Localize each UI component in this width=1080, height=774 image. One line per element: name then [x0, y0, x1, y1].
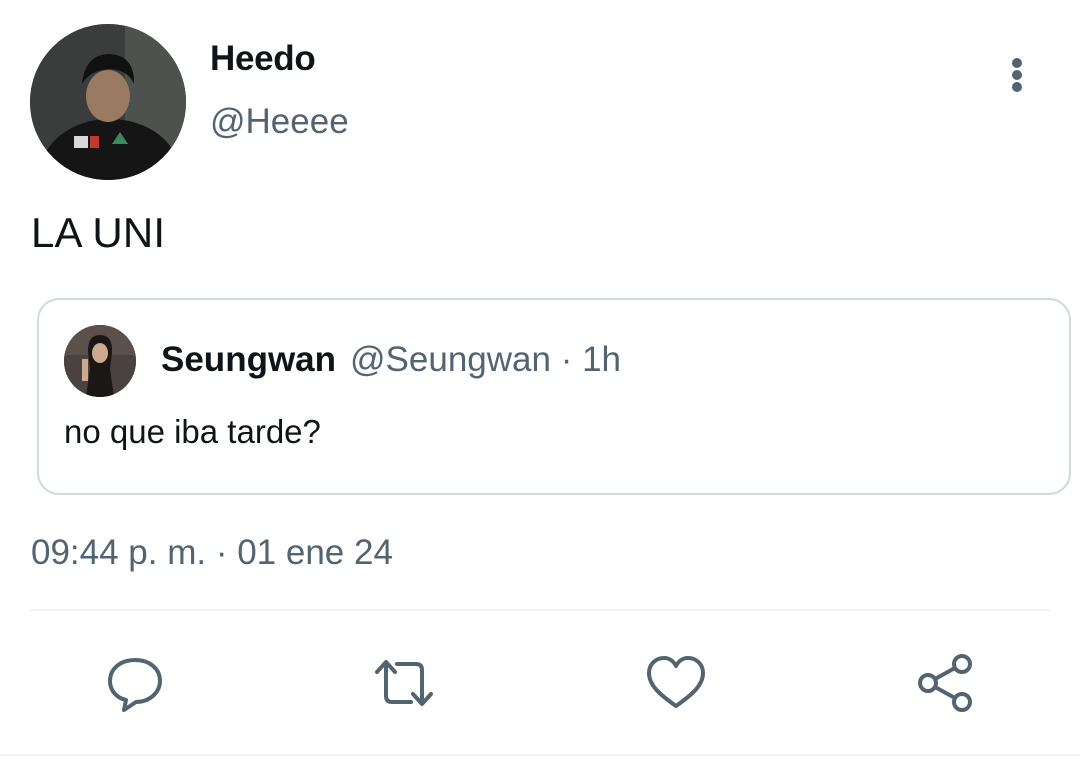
- retweet-button[interactable]: [373, 652, 435, 714]
- quoted-author-avatar[interactable]: [64, 325, 136, 397]
- reply-button[interactable]: [104, 652, 166, 714]
- reply-icon: [108, 658, 162, 712]
- quoted-text: no que iba tarde?: [64, 413, 321, 450]
- quoted-header: Seungwan @Seungwan · 1h: [161, 340, 621, 380]
- quoted-handle: @Seungwan: [350, 340, 551, 379]
- share-button[interactable]: [915, 652, 977, 714]
- author-display-name[interactable]: Heedo: [210, 39, 316, 79]
- divider: [30, 609, 1050, 611]
- tweet-card: Heedo @Heeee LA UNI Seungwan @Seungwan · …: [0, 0, 1080, 774]
- like-icon: [647, 656, 705, 708]
- author-handle[interactable]: @Heeee: [210, 102, 349, 142]
- user-avatar-photo: [30, 24, 186, 180]
- bottom-divider: [0, 754, 1080, 756]
- more-options-icon[interactable]: [996, 52, 1040, 98]
- author-avatar[interactable]: [30, 24, 186, 180]
- tweet-timestamp[interactable]: 09:44 p. m. · 01 ene 24: [31, 533, 393, 573]
- share-icon: [918, 654, 972, 712]
- quoted-time: · 1h: [550, 340, 622, 379]
- like-button[interactable]: [645, 652, 707, 714]
- quoted-tweet[interactable]: Seungwan @Seungwan · 1h no que iba tarde?: [37, 298, 1071, 495]
- tweet-text: LA UNI: [31, 209, 166, 256]
- quoted-user-avatar-photo: [64, 325, 136, 397]
- retweet-icon: [375, 660, 433, 706]
- quoted-display-name[interactable]: Seungwan: [161, 340, 336, 379]
